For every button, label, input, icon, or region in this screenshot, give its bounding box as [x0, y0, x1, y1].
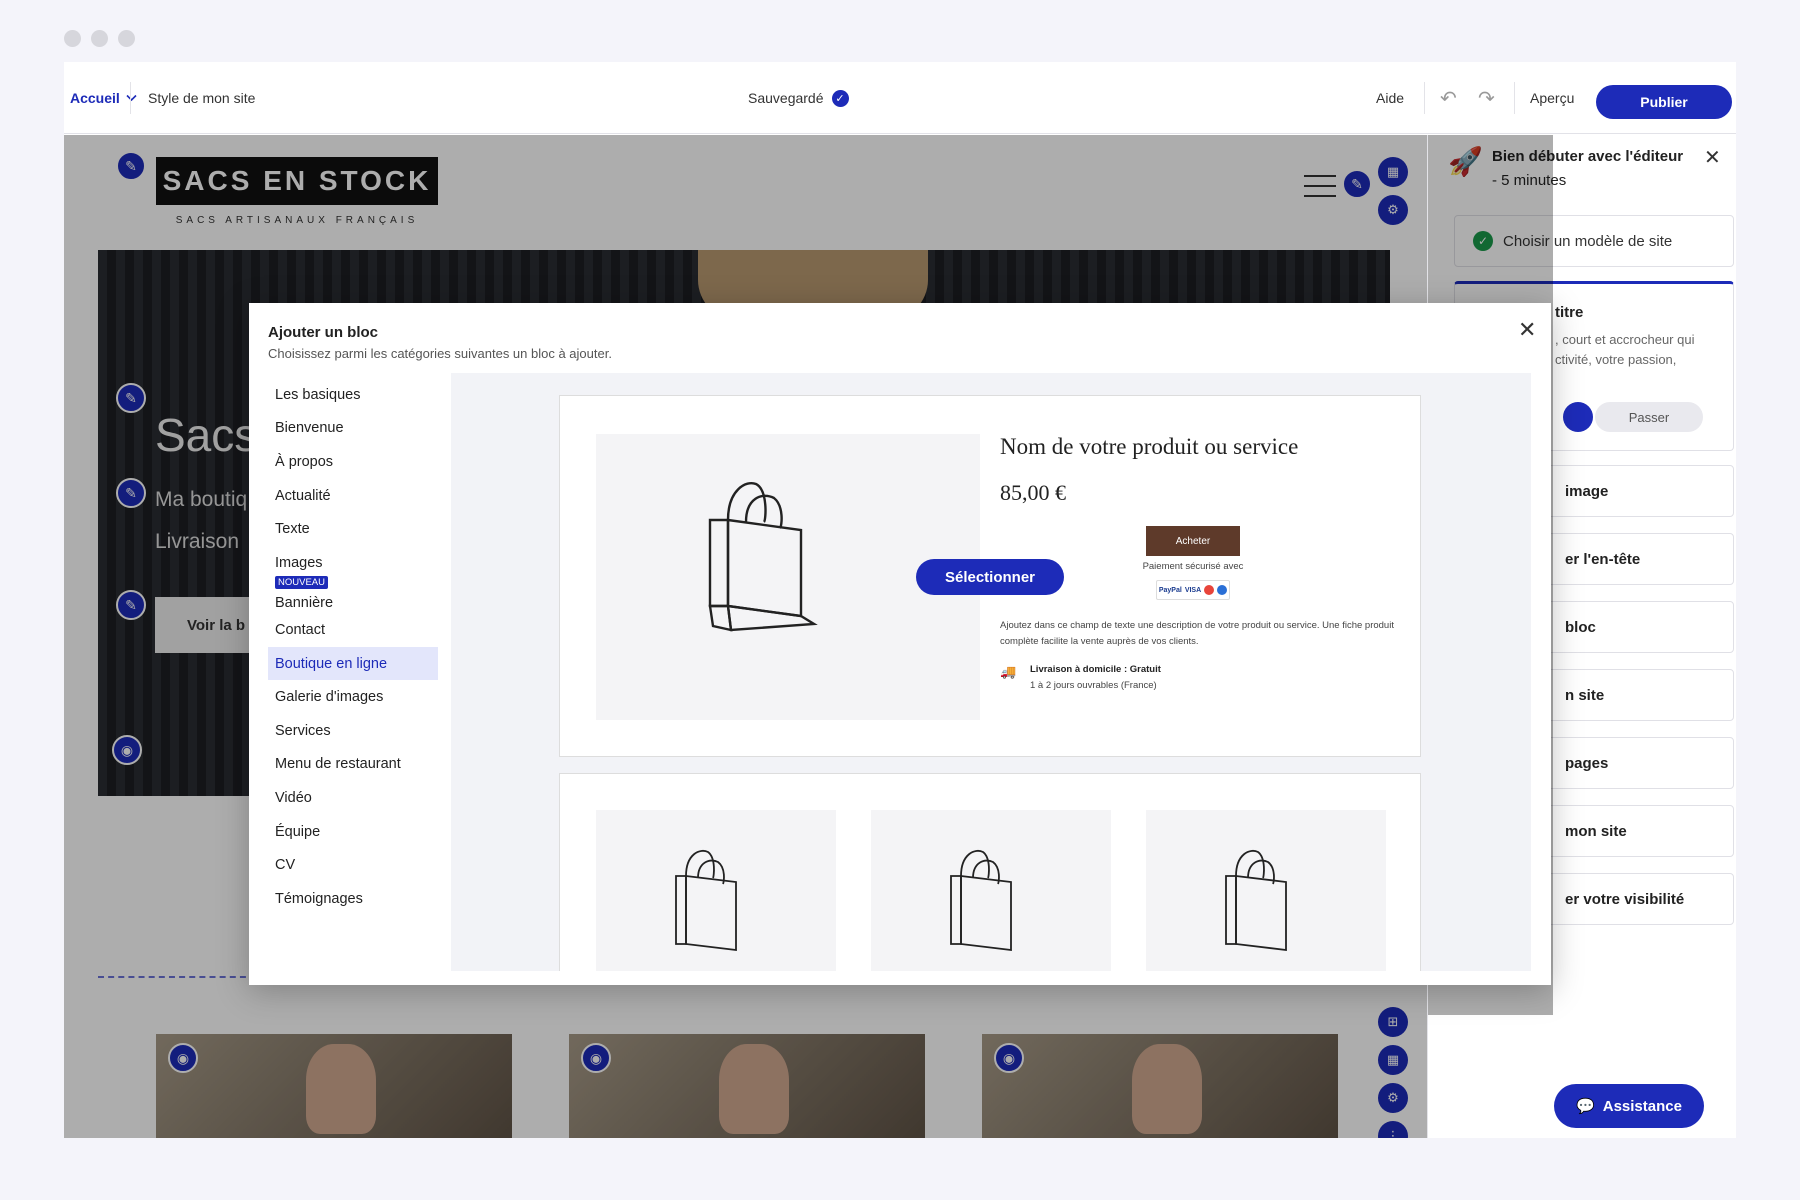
- category-item[interactable]: Services: [268, 714, 438, 748]
- editor-topbar: Accueil Style de mon site Sauvegardé ✓ A…: [64, 62, 1736, 134]
- product-grid-block-preview[interactable]: [559, 773, 1421, 971]
- category-label: CV: [275, 857, 296, 874]
- close-icon[interactable]: ✕: [1704, 145, 1721, 170]
- category-label: Équipe: [275, 823, 321, 840]
- category-label: Actualité: [275, 487, 331, 504]
- category-item[interactable]: Les basiques: [268, 378, 438, 412]
- chevron-down-icon: [126, 94, 137, 102]
- add-block-modal: Ajouter un bloc Choisissez parmi les cat…: [249, 303, 1551, 985]
- window-minimize-dot[interactable]: [91, 30, 108, 47]
- paypal-logo: PayPal: [1158, 586, 1182, 594]
- category-item[interactable]: Menu de restaurant: [268, 748, 438, 782]
- category-label: Vidéo: [275, 789, 312, 806]
- category-label: Galerie d'images: [275, 689, 384, 706]
- category-label: À propos: [275, 453, 334, 470]
- mastercard-icon: [1204, 585, 1215, 595]
- site-style-link[interactable]: Style de mon site: [148, 62, 255, 134]
- save-status-label: Sauvegardé: [748, 90, 824, 106]
- truck-icon: 🚚: [1000, 664, 1017, 679]
- product-image-placeholder: [871, 810, 1111, 971]
- onboarding-step-text: , court et accrocheur qui ctivité, votre…: [1555, 332, 1695, 367]
- category-item[interactable]: Boutique en ligne: [268, 646, 438, 681]
- select-block-button[interactable]: Sélectionner: [916, 559, 1064, 595]
- window-controls: [64, 30, 135, 47]
- window-maximize-dot[interactable]: [118, 30, 135, 47]
- category-label: Texte: [275, 521, 310, 538]
- help-link[interactable]: Aide: [1376, 62, 1404, 134]
- category-item[interactable]: Images: [268, 546, 438, 580]
- category-item[interactable]: Vidéo: [268, 781, 438, 815]
- close-icon[interactable]: ✕: [1518, 317, 1536, 343]
- undo-icon[interactable]: ↶: [1440, 62, 1457, 134]
- category-label: Bienvenue: [275, 420, 344, 437]
- redo-icon[interactable]: ↷: [1478, 62, 1495, 134]
- assistance-button[interactable]: 💬 Assistance: [1554, 1084, 1704, 1128]
- onboarding-start-button[interactable]: [1563, 402, 1593, 432]
- category-item[interactable]: À propos: [268, 445, 438, 479]
- payment-logos: PayPal VISA: [1156, 580, 1230, 600]
- save-status: Sauvegardé ✓: [748, 62, 849, 134]
- shopping-bag-icon: [1225, 850, 1287, 952]
- onboarding-step-title: titre: [1555, 304, 1584, 321]
- category-label: Bannière: [275, 595, 334, 612]
- shipping-title: Livraison à domicile : Gratuit: [1030, 664, 1161, 675]
- preview-button[interactable]: Aperçu: [1530, 62, 1574, 134]
- home-menu-label: Accueil: [70, 90, 120, 106]
- category-item[interactable]: Témoignages: [268, 882, 438, 916]
- category-label: Témoignages: [275, 890, 363, 907]
- category-item[interactable]: CV: [268, 848, 438, 882]
- chat-bubble-icon: 💬: [1576, 1098, 1595, 1115]
- publish-button[interactable]: Publier: [1596, 85, 1732, 119]
- category-item[interactable]: Contact: [268, 613, 438, 647]
- skip-button[interactable]: Passer: [1595, 402, 1703, 432]
- category-item[interactable]: Actualité: [268, 479, 438, 513]
- shopping-bag-icon: [950, 850, 1012, 952]
- assistance-label: Assistance: [1602, 1097, 1682, 1115]
- product-image-placeholder: [596, 810, 836, 971]
- category-item[interactable]: Galerie d'images: [268, 680, 438, 714]
- window-close-dot[interactable]: [64, 30, 81, 47]
- category-item[interactable]: NOUVEAU Bannière: [268, 575, 438, 614]
- category-label: Images: [275, 554, 323, 571]
- category-label: Les basiques: [275, 386, 361, 403]
- home-menu[interactable]: Accueil: [70, 62, 137, 134]
- category-label: Menu de restaurant: [275, 756, 401, 773]
- category-list: Les basiques Bienvenue À propos Actualité Te…: [268, 378, 438, 916]
- check-icon: ✓: [831, 89, 849, 107]
- category-label: Contact: [275, 621, 325, 638]
- product-block-preview[interactable]: Nom de votre produit ou service 85,00 € …: [559, 395, 1421, 757]
- topbar-divider: [1514, 82, 1515, 114]
- category-item[interactable]: Équipe: [268, 815, 438, 849]
- buy-button: Acheter: [1146, 526, 1240, 556]
- category-label: Boutique en ligne: [275, 655, 388, 672]
- secure-payment-label: Paiement sécurisé avec: [1142, 561, 1244, 572]
- product-name: Nom de votre produit ou service: [1000, 434, 1299, 459]
- category-label: Services: [275, 722, 331, 739]
- product-price: 85,00 €: [1000, 480, 1066, 505]
- topbar-divider: [1424, 82, 1425, 114]
- new-badge: NOUVEAU: [275, 575, 328, 589]
- product-image-placeholder: [1146, 810, 1386, 971]
- block-preview-area: Nom de votre produit ou service 85,00 € …: [451, 373, 1531, 971]
- card-icon: [1217, 585, 1228, 595]
- category-item[interactable]: Bienvenue: [268, 412, 438, 446]
- visa-logo: VISA: [1184, 586, 1202, 594]
- product-description: Ajoutez dans ce champ de texte une descr…: [1000, 620, 1394, 647]
- modal-title: Ajouter un bloc: [268, 324, 378, 341]
- category-item[interactable]: Texte: [268, 512, 438, 546]
- modal-subtitle: Choisissez parmi les catégories suivante…: [268, 346, 612, 361]
- shopping-bag-icon: [675, 850, 737, 952]
- topbar-divider: [130, 82, 131, 114]
- shipping-subtitle: 1 à 2 jours ouvrables (France): [1030, 680, 1157, 691]
